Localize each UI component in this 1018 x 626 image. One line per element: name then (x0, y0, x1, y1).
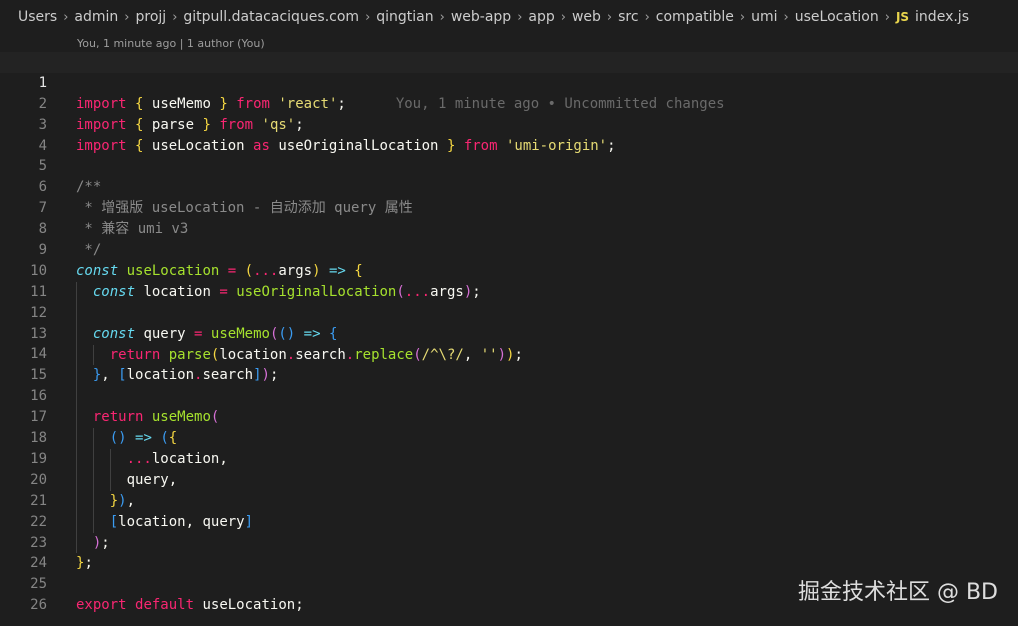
breadcrumb-item[interactable]: compatible (656, 9, 734, 25)
code-line-19[interactable]: 19 query, (0, 428, 1018, 491)
semicolon: ; (295, 597, 304, 614)
chevron-right-icon: › (560, 9, 566, 25)
code-line-15[interactable]: 15 (0, 344, 1018, 408)
code-line-24[interactable]: 24 (0, 532, 1018, 571)
line-number: 26 (30, 597, 47, 614)
js-file-icon: JS (895, 10, 910, 24)
code-line-1[interactable]: 1 import { useMemo } from 'react'; You, 1… (0, 52, 1018, 112)
breadcrumb-item[interactable]: src (618, 9, 638, 25)
breadcrumb-item[interactable]: gitpull.datacaciques.com (183, 9, 359, 25)
code-line-22[interactable]: 22 ); (0, 491, 1018, 554)
chevron-right-icon: › (884, 9, 890, 25)
code-line-12[interactable]: 12 const query = useMemo(() => { (0, 282, 1018, 345)
blame-header[interactable]: You, 1 minute ago | 1 author (You) (77, 37, 265, 50)
code-line-5[interactable]: 5 /** (0, 136, 1018, 195)
chevron-right-icon: › (172, 9, 178, 25)
keyword: default (135, 597, 195, 614)
breadcrumb-item[interactable]: Users (18, 9, 57, 25)
chevron-right-icon: › (739, 9, 746, 25)
breadcrumb-item[interactable]: web-app (451, 9, 511, 25)
code-editor[interactable]: 1 import { useMemo } from 'react'; You, 1… (0, 52, 1018, 613)
breadcrumb-item[interactable]: projj (136, 9, 167, 25)
breadcrumb-item[interactable]: app (528, 9, 554, 25)
breadcrumb-item[interactable]: useLocation (795, 9, 879, 25)
code-line-4[interactable]: 4 (0, 115, 1018, 154)
code-line-10[interactable]: 10 const location = useOriginalLocation(… (0, 240, 1018, 303)
code-line-20[interactable]: 20 }), (0, 449, 1018, 512)
code-line-16[interactable]: 16 return useMemo( (0, 365, 1018, 428)
keyword: export (76, 597, 127, 614)
code-line-2[interactable]: 2 import { parse } from 'qs'; (0, 73, 1018, 133)
code-line-6[interactable]: 6 * 增强版 useLocation - 自动添加 query 属性 (0, 156, 1018, 216)
code-line-11[interactable]: 11 (0, 261, 1018, 324)
identifier: useLocation (202, 597, 296, 614)
breadcrumb-file[interactable]: index.js (915, 9, 969, 25)
code-line-9[interactable]: 9 const useLocation = (...args) => { (0, 219, 1018, 279)
code-line-17[interactable]: 17 () => ({ (0, 386, 1018, 449)
code-line-3[interactable]: 3 import { useLocation as useOriginalLoc… (0, 94, 1018, 154)
code-line-7[interactable]: 7 * 兼容 umi v3 (0, 177, 1018, 237)
code-line-23[interactable]: 23 }; (0, 512, 1018, 572)
breadcrumb-item[interactable]: admin (74, 9, 118, 25)
chevron-right-icon: › (124, 9, 130, 25)
chevron-right-icon: › (644, 9, 650, 25)
breadcrumb-item[interactable]: qingtian (376, 9, 433, 25)
chevron-right-icon: › (517, 9, 523, 25)
chevron-right-icon: › (365, 9, 371, 25)
chevron-right-icon: › (606, 9, 613, 25)
code-line-25[interactable]: 25 export default useLocation; (0, 553, 1018, 613)
breadcrumb-item[interactable]: web (572, 9, 601, 25)
code-line-14[interactable]: 14 }, [location.search]); (0, 324, 1018, 387)
watermark-text: 掘金技术社区 @ BD (797, 580, 998, 605)
chevron-right-icon: › (439, 9, 445, 25)
code-line-21[interactable]: 21 [location, query] (0, 470, 1018, 533)
code-line-8[interactable]: 8 */ (0, 198, 1018, 258)
code-line-18[interactable]: 18 ...location, (0, 407, 1018, 470)
code-line-13[interactable]: 13 return parse(location.search.replace(… (0, 303, 1018, 366)
chevron-right-icon: › (63, 9, 69, 25)
breadcrumb-item[interactable]: umi (751, 9, 777, 25)
chevron-right-icon: › (783, 9, 789, 25)
breadcrumb: Users › admin › projj › gitpull.datacaciques.c… (0, 0, 1018, 34)
